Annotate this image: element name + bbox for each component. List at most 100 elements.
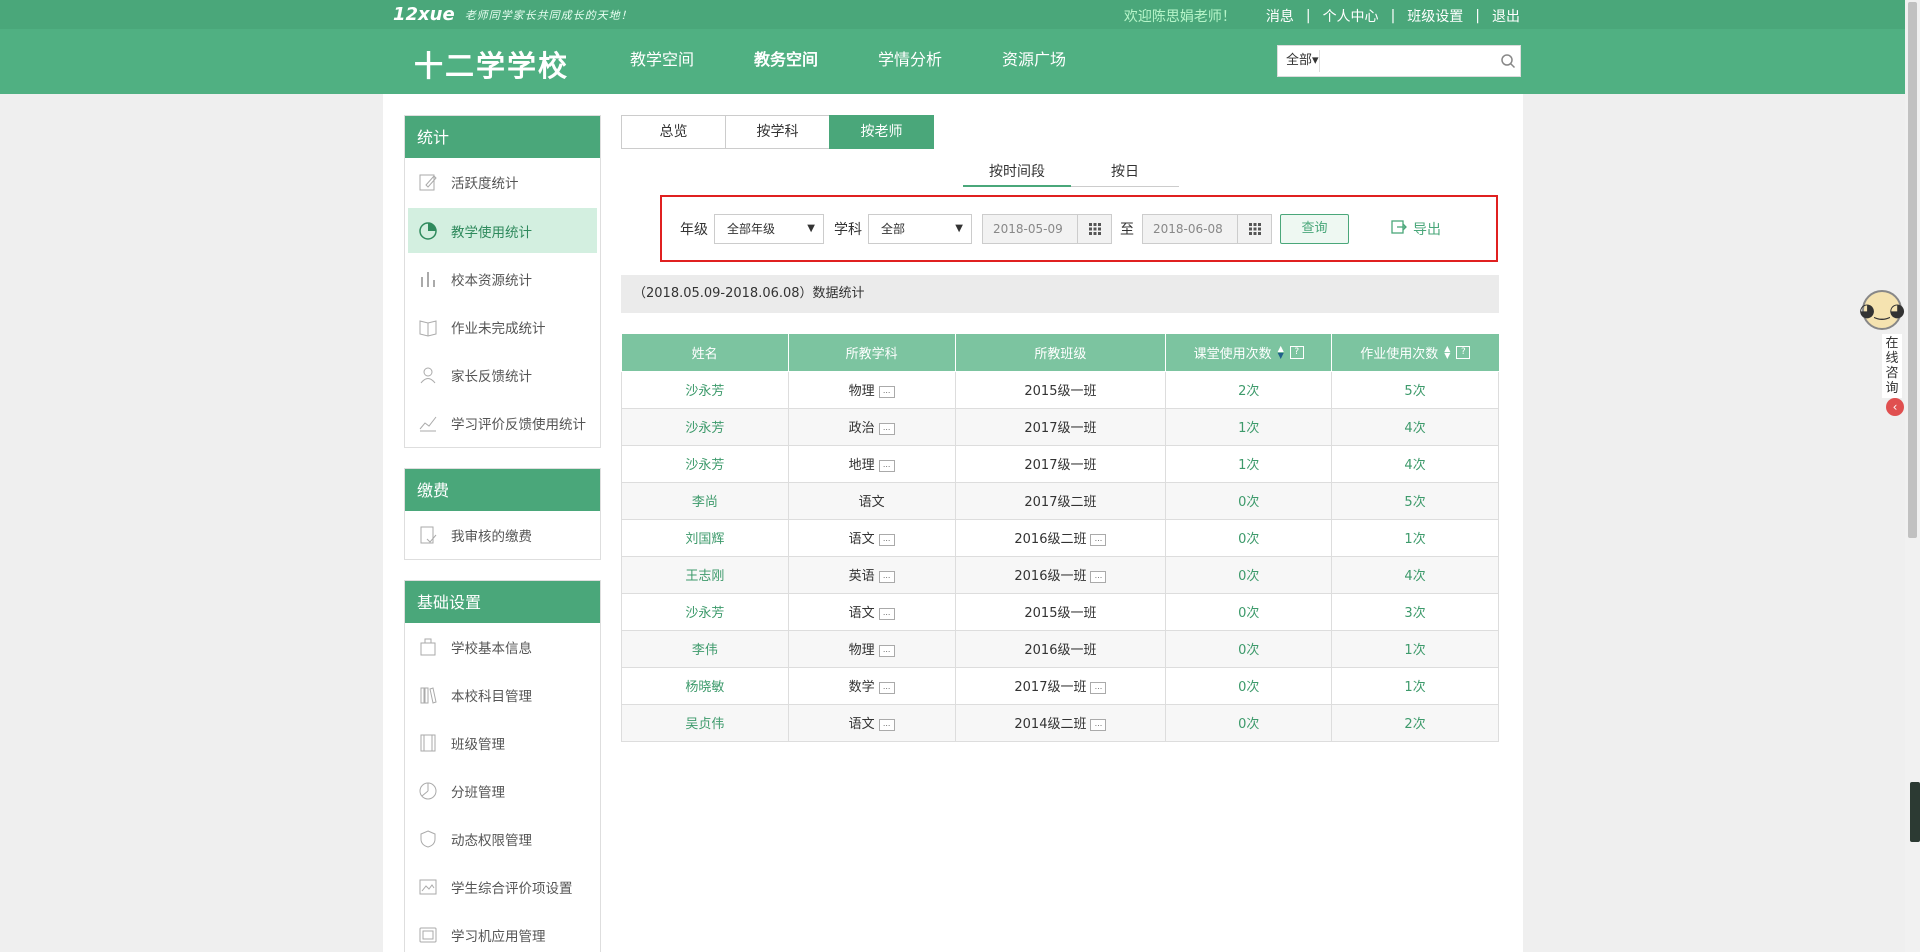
more-icon[interactable]: ... (1090, 718, 1107, 731)
nav-resource-square[interactable]: 资源广场 (972, 29, 1096, 94)
grade-select[interactable]: 全部年级 ▼ (714, 213, 824, 244)
sidebar-item-class-division[interactable]: 分班管理 (405, 767, 600, 815)
sidebar-item-teaching-usage-stats[interactable]: 教学使用统计 (408, 208, 597, 253)
top-links: 欢迎陈思娟老师！ 消息 | 个人中心 | 班级设置 | 退出 (1124, 6, 1520, 26)
class-cell: 2015级一班 (954, 370, 1167, 409)
end-date-field[interactable]: 2018-06-08 (1142, 213, 1272, 244)
online-consult-widget[interactable]: ◕‿◕ 在线咨询 ‹ (1859, 290, 1905, 430)
sidebar-item-activity-stats[interactable]: 活跃度统计 (405, 158, 600, 206)
calendar-grid-icon[interactable] (1237, 214, 1271, 243)
side-toolbar-handle[interactable] (1910, 782, 1920, 842)
sidebar-item-permission-management[interactable]: 动态权限管理 (405, 815, 600, 863)
classroom-usage-link[interactable]: 1次 (1165, 444, 1333, 483)
classroom-usage-link[interactable]: 0次 (1165, 518, 1333, 557)
export-button[interactable]: 导出 (1391, 219, 1441, 239)
more-icon[interactable]: ... (1090, 570, 1107, 583)
teacher-name-link[interactable]: 杨晓敏 (621, 666, 789, 705)
classroom-usage-link[interactable]: 0次 (1165, 629, 1333, 668)
sidebar-item-learning-device-apps[interactable]: 学习机应用管理 (405, 911, 600, 952)
teacher-name-link[interactable]: 沙永芳 (621, 407, 789, 446)
subtab-by-period[interactable]: 按时间段 (963, 159, 1071, 187)
logo[interactable]: 12xue 老师同学家长共同成长的天地！ (393, 4, 633, 25)
sidebar-item-class-management[interactable]: 班级管理 (405, 719, 600, 767)
sidebar-item-homework-incomplete-stats[interactable]: 作业未完成统计 (405, 303, 600, 351)
sidebar-item-school-info[interactable]: 学校基本信息 (405, 623, 600, 671)
profile-link[interactable]: 个人中心 (1323, 6, 1379, 26)
tab-by-teacher[interactable]: 按老师 (829, 115, 934, 149)
sidebar-item-my-reviewed-payments[interactable]: 我审核的缴费 (405, 511, 600, 559)
classroom-usage-link[interactable]: 0次 (1165, 481, 1333, 520)
more-icon[interactable]: ... (878, 570, 895, 583)
search-input[interactable] (1320, 47, 1497, 75)
search-icon[interactable] (1496, 46, 1520, 76)
tab-overview[interactable]: 总览 (621, 115, 726, 149)
homework-usage-link[interactable]: 2次 (1331, 703, 1499, 742)
teacher-name-link[interactable]: 李尚 (621, 481, 789, 520)
more-icon[interactable]: ... (878, 385, 895, 398)
homework-usage-link[interactable]: 1次 (1331, 518, 1499, 557)
classroom-usage-link[interactable]: 0次 (1165, 592, 1333, 631)
logout-link[interactable]: 退出 (1492, 6, 1520, 26)
classroom-usage-link[interactable]: 0次 (1165, 555, 1333, 594)
homework-usage-link[interactable]: 3次 (1331, 592, 1499, 631)
classroom-usage-link[interactable]: 1次 (1165, 407, 1333, 446)
more-icon[interactable]: ... (878, 459, 895, 472)
more-icon[interactable]: ... (878, 533, 895, 546)
more-icon[interactable]: ... (878, 607, 895, 620)
nav-academic-space[interactable]: 教务空间 (724, 29, 848, 94)
homework-usage-link[interactable]: 4次 (1331, 555, 1499, 594)
sidebar-item-evaluation-settings[interactable]: 学生综合评价项设置 (405, 863, 600, 911)
col-classroom-usage[interactable]: 课堂使用次数 ▲ ▼ ? (1165, 334, 1333, 372)
start-date-field[interactable]: 2018-05-09 (982, 213, 1112, 244)
homework-usage-link[interactable]: 4次 (1331, 407, 1499, 446)
teacher-name-link[interactable]: 沙永芳 (621, 592, 789, 631)
tab-by-subject[interactable]: 按学科 (725, 115, 830, 149)
teacher-name-link[interactable]: 李伟 (621, 629, 789, 668)
sidebar-item-school-resource-stats[interactable]: 校本资源统计 (405, 255, 600, 303)
teacher-name-link[interactable]: 沙永芳 (621, 370, 789, 409)
teacher-name-link[interactable]: 沙永芳 (621, 444, 789, 483)
more-icon[interactable]: ... (1090, 681, 1107, 694)
sort-icon[interactable]: ▲ ▼ (1444, 345, 1450, 360)
homework-usage-link-text: 3次 (1404, 606, 1426, 621)
homework-usage-link[interactable]: 1次 (1331, 629, 1499, 668)
scrollbar-thumb[interactable] (1908, 2, 1917, 538)
classroom-usage-link[interactable]: 2次 (1165, 370, 1333, 409)
more-icon[interactable]: ... (878, 422, 895, 435)
query-button[interactable]: 查询 (1280, 213, 1349, 244)
more-icon[interactable]: ... (1090, 533, 1107, 546)
sidebar-item-subject-management[interactable]: 本校科目管理 (405, 671, 600, 719)
classroom-usage-link[interactable]: 0次 (1165, 666, 1333, 705)
subject-cell: 语文... (787, 518, 956, 557)
teacher-name-link[interactable]: 刘国辉 (621, 518, 789, 557)
help-icon[interactable]: ? (1289, 345, 1304, 359)
teacher-name-link[interactable]: 吴贞伟 (621, 703, 789, 742)
class-cell: 2016级一班 (954, 629, 1167, 668)
homework-usage-link[interactable]: 4次 (1331, 444, 1499, 483)
sidebar-item-parent-feedback-stats[interactable]: 家长反馈统计 (405, 351, 600, 399)
more-icon[interactable]: ... (878, 644, 895, 657)
tablet-icon (417, 924, 439, 946)
homework-usage-link[interactable]: 1次 (1331, 666, 1499, 705)
sort-icon[interactable]: ▲ ▼ (1278, 345, 1284, 360)
class-settings-link[interactable]: 班级设置 (1407, 6, 1463, 26)
school-name[interactable]: 十二学学校 (414, 43, 569, 85)
teacher-name-link[interactable]: 王志刚 (621, 555, 789, 594)
subtab-by-day[interactable]: 按日 (1071, 159, 1179, 187)
nav-teaching-space[interactable]: 教学空间 (600, 29, 724, 94)
more-icon[interactable]: ... (878, 718, 895, 731)
subject-select[interactable]: 全部 ▼ (868, 213, 972, 244)
nav-learning-analysis[interactable]: 学情分析 (848, 29, 972, 94)
classroom-usage-link[interactable]: 0次 (1165, 703, 1333, 742)
date-range-summary: （2018.05.09-2018.06.08）数据统计 (621, 275, 1499, 313)
search-scope-select[interactable]: 全部▾ (1278, 50, 1321, 72)
help-icon[interactable]: ? (1456, 345, 1471, 359)
calendar-grid-icon[interactable] (1077, 214, 1111, 243)
more-icon[interactable]: ... (878, 681, 895, 694)
messages-link[interactable]: 消息 (1266, 6, 1294, 26)
collapse-icon[interactable]: ‹ (1886, 398, 1904, 416)
sidebar-item-evaluation-feedback-stats[interactable]: 学习评价反馈使用统计 (405, 399, 600, 447)
homework-usage-link[interactable]: 5次 (1331, 370, 1499, 409)
col-homework-usage[interactable]: 作业使用次数 ▲ ▼ ? (1331, 334, 1499, 372)
homework-usage-link[interactable]: 5次 (1331, 481, 1499, 520)
